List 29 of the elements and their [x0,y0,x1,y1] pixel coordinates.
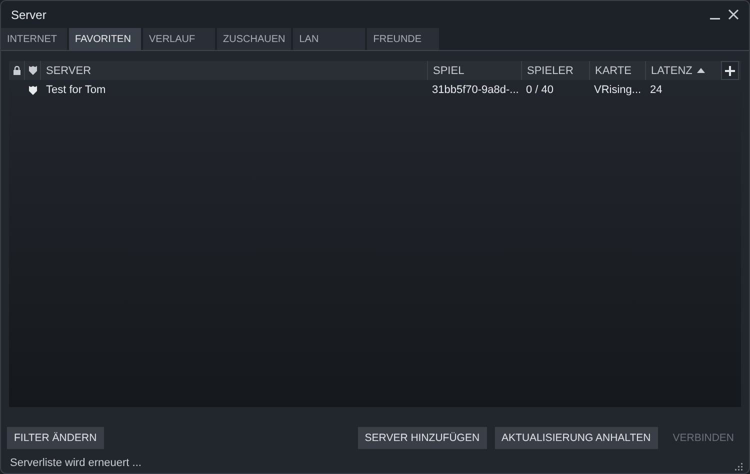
tab[interactable]: FREUNDE [367,28,440,50]
table-cell: Test for Tom [46,84,106,96]
shield-icon [28,66,36,75]
table-cell: 31bb5f70-9a8d-... [432,84,519,96]
action-button[interactable]: AKTUALISIERUNG ANHALTEN [494,427,658,449]
column-header[interactable]: SERVER [46,64,92,76]
tab[interactable]: ZUSCHAUEN [217,28,292,50]
resize-grip-icon[interactable] [734,462,743,471]
tab[interactable]: LAN [293,28,366,50]
column-header[interactable]: SPIEL [433,64,464,76]
plus-icon [725,66,735,76]
action-button[interactable]: SERVER HINZUFÜGEN [358,427,487,449]
action-button[interactable]: FILTER ÄNDERN [7,427,104,449]
table-cell: VRising... [594,84,642,96]
window-title: Server [11,8,48,22]
tab[interactable]: FAVORITEN [69,28,141,50]
lock-icon [12,66,20,75]
close-icon[interactable] [728,9,739,20]
tab[interactable]: INTERNET [1,28,67,50]
shield-icon [29,86,37,94]
column-header[interactable]: KARTE [595,64,632,76]
column-header[interactable]: LATENZ [651,64,692,76]
column-header[interactable]: SPIELER [527,64,574,76]
status-text: Serverliste wird erneuert ... [10,457,142,469]
sort-ascending-icon [697,68,706,73]
add-column-button[interactable] [721,61,739,80]
tab[interactable]: VERLAUF [143,28,215,50]
table-cell: 0 / 40 [526,84,554,96]
table-cell: 24 [650,84,662,96]
